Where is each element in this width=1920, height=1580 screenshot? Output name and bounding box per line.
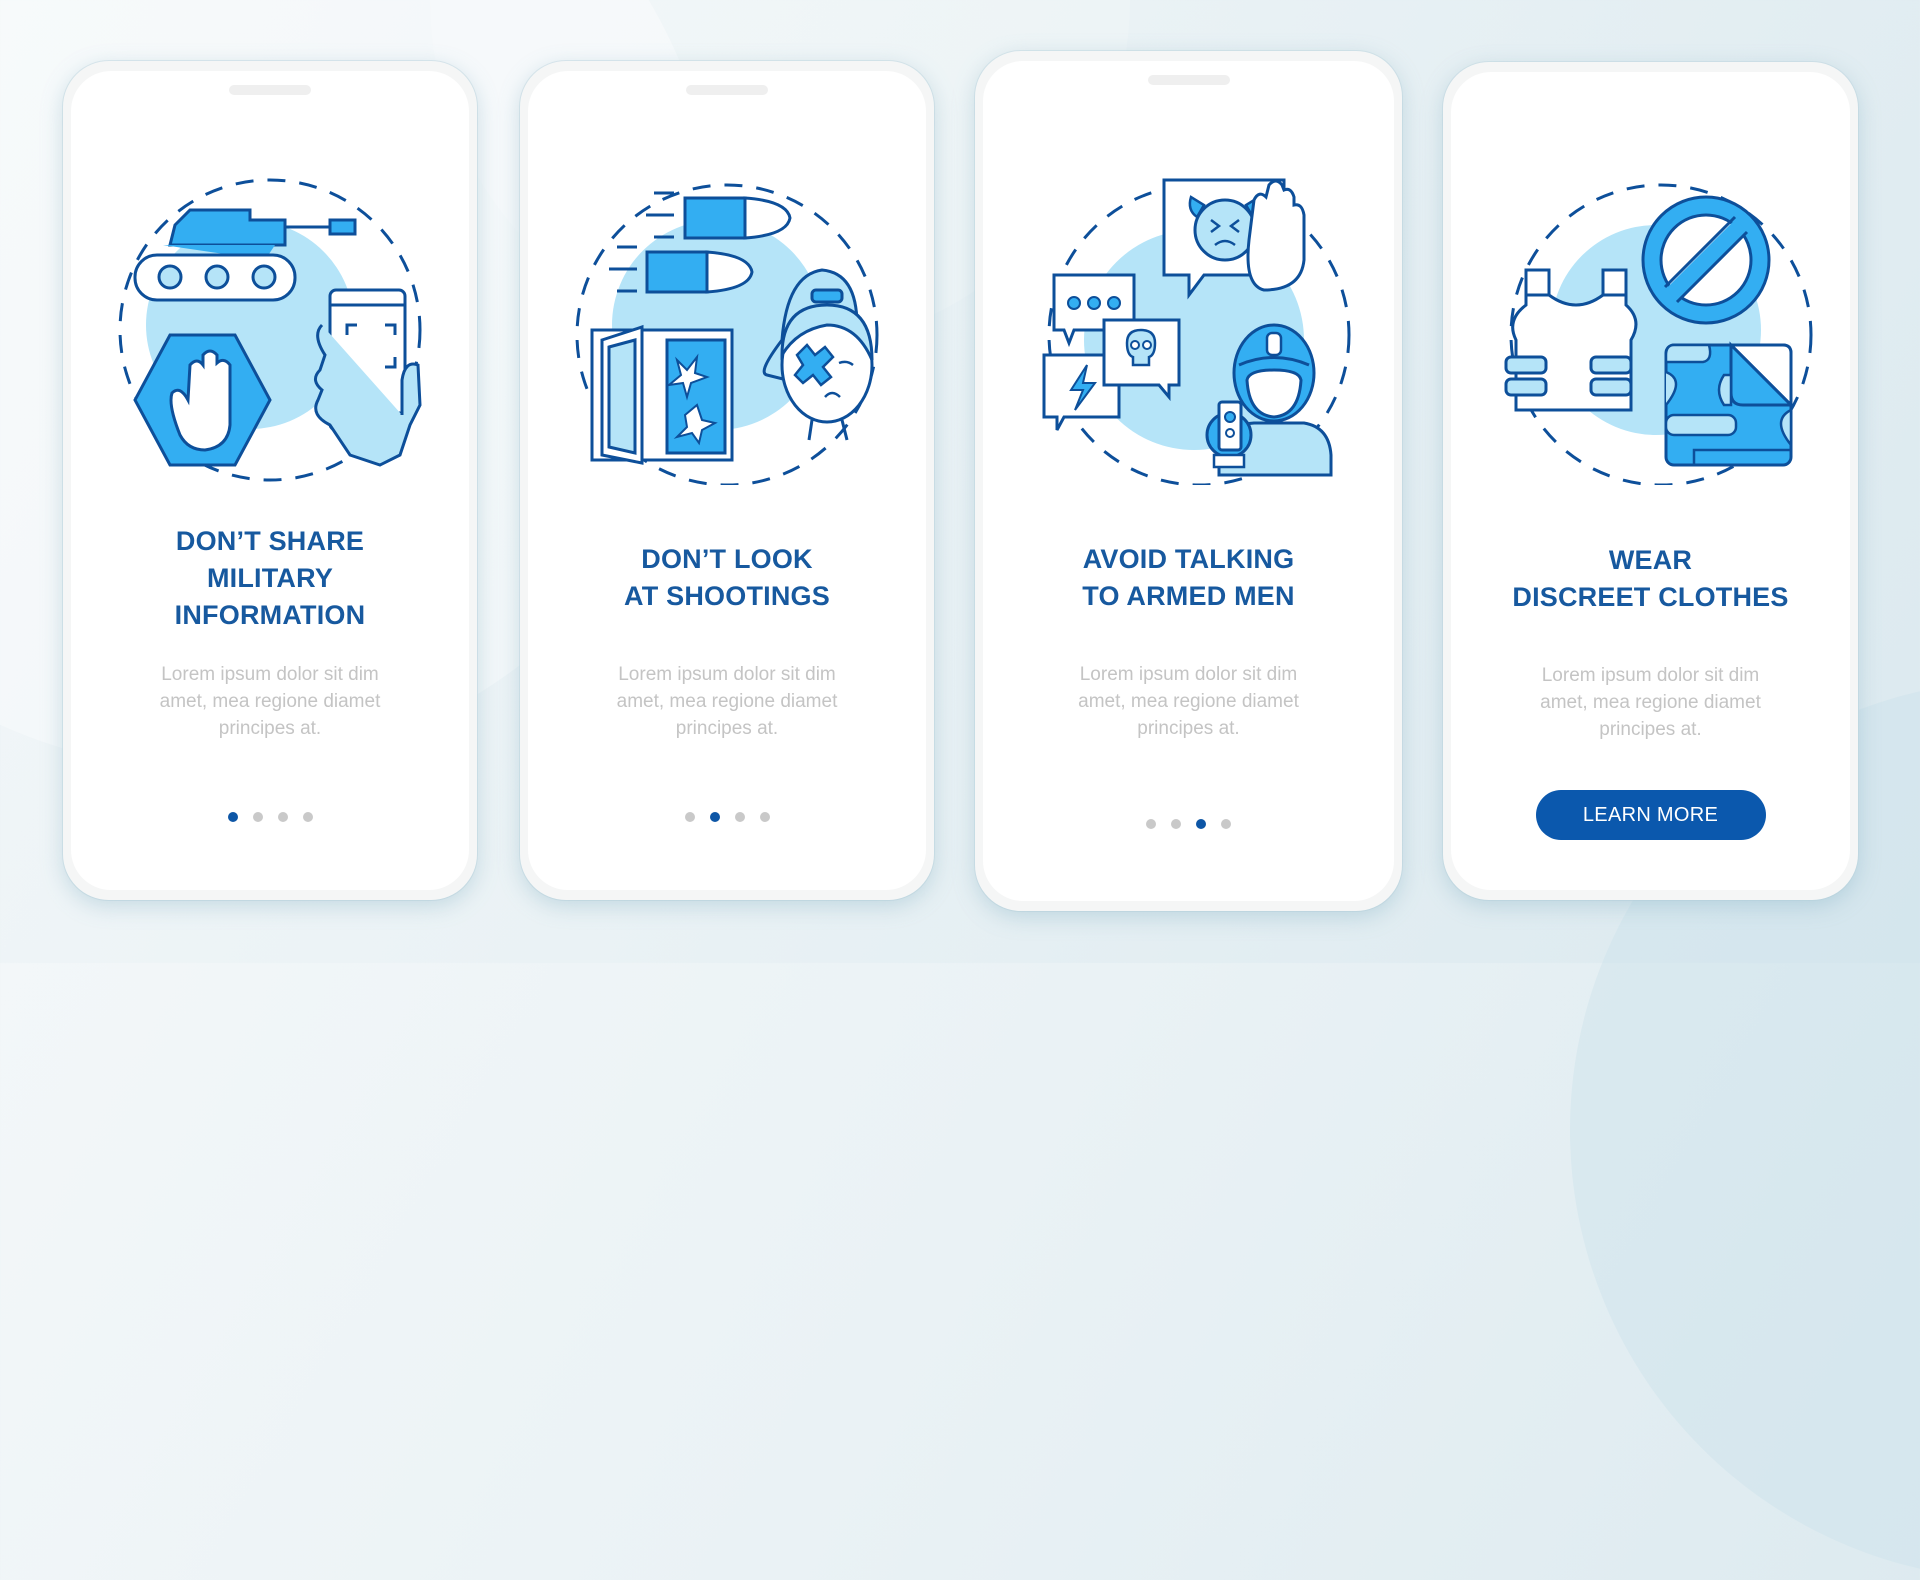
vest-prohibited-camouflage-icon — [1504, 183, 1812, 485]
bullets-window-injured-girl-icon — [575, 183, 879, 485]
onboarding-screen-1: DON’T SHARE MILITARY INFORMATION Lorem i… — [63, 61, 477, 900]
page-dot-2[interactable] — [252, 812, 263, 822]
onboarding-screen-2: DON’T LOOK AT SHOOTINGS Lorem ipsum dolo… — [520, 61, 934, 900]
description-line: amet, mea regione diamet — [616, 691, 838, 712]
page-dot-1-active[interactable] — [227, 812, 238, 822]
screen-description: Lorem ipsum dolor sit dim amet, mea regi… — [983, 661, 1394, 742]
page-dot-4[interactable] — [1221, 819, 1231, 829]
description-line: amet, mea regione diamet — [1078, 691, 1299, 712]
title-line: DON’T SHARE — [175, 526, 365, 556]
page-dot-4[interactable] — [302, 812, 313, 822]
description-line: Lorem ipsum dolor sit dim — [618, 664, 836, 685]
page-dot-3[interactable] — [734, 812, 745, 822]
description-line: Lorem ipsum dolor sit dim — [1541, 665, 1760, 686]
screen-content: WEAR DISCREET CLOTHES Lorem ipsum dolor … — [1451, 72, 1850, 890]
title-line: DISCREET CLOTHES — [1512, 582, 1789, 612]
screen-content: AVOID TALKING TO ARMED MEN Lorem ipsum d… — [983, 61, 1394, 901]
description-line: principes at. — [1137, 718, 1240, 739]
description-line: principes at. — [1599, 719, 1702, 740]
page-indicator — [71, 812, 469, 822]
stop-hand-tank-phone-icon — [118, 178, 422, 482]
screen-description: Lorem ipsum dolor sit dim amet, mea regi… — [528, 661, 926, 742]
speech-bubbles-armed-soldier-icon — [1042, 178, 1350, 485]
screen-title: DON’T LOOK AT SHOOTINGS — [528, 541, 926, 615]
description-line: amet, mea regione diamet — [1540, 692, 1761, 713]
phone-notch — [686, 85, 768, 95]
screen-description: Lorem ipsum dolor sit dim amet, mea regi… — [1451, 662, 1850, 743]
page-dot-2[interactable] — [1171, 819, 1181, 829]
screen-content: DON’T SHARE MILITARY INFORMATION Lorem i… — [71, 71, 469, 890]
title-line: MILITARY — [206, 563, 334, 593]
title-line: AT SHOOTINGS — [624, 581, 830, 611]
onboarding-screen-4: WEAR DISCREET CLOTHES Lorem ipsum dolor … — [1443, 62, 1858, 900]
description-line: Lorem ipsum dolor sit dim — [161, 664, 379, 685]
title-line: INFORMATION — [174, 600, 366, 630]
phone-notch — [1147, 75, 1230, 85]
screen-content: DON’T LOOK AT SHOOTINGS Lorem ipsum dolo… — [528, 71, 926, 890]
learn-more-button[interactable]: LEARN MORE — [1535, 790, 1766, 840]
page-dot-1[interactable] — [1146, 819, 1156, 829]
page-indicator — [528, 812, 926, 822]
title-line: DON’T LOOK — [641, 544, 813, 574]
page-indicator — [983, 819, 1394, 829]
page-dot-3-active[interactable] — [1196, 819, 1206, 829]
page-dot-2-active[interactable] — [709, 812, 720, 822]
screen-title: AVOID TALKING TO ARMED MEN — [983, 541, 1394, 615]
title-line: AVOID TALKING — [1082, 544, 1295, 574]
description-line: Lorem ipsum dolor sit dim — [1079, 664, 1298, 685]
onboarding-screen-3: AVOID TALKING TO ARMED MEN Lorem ipsum d… — [975, 51, 1402, 911]
screen-title: DON’T SHARE MILITARY INFORMATION — [71, 523, 469, 634]
description-line: principes at. — [675, 718, 779, 739]
title-line: WEAR — [1608, 545, 1693, 575]
page-dot-3[interactable] — [277, 812, 288, 822]
description-line: amet, mea regione diamet — [159, 691, 381, 712]
description-line: principes at. — [218, 718, 322, 739]
screen-title: WEAR DISCREET CLOTHES — [1451, 542, 1850, 616]
page-dot-4[interactable] — [759, 812, 770, 822]
page-dot-1[interactable] — [684, 812, 695, 822]
title-line: TO ARMED MEN — [1082, 581, 1295, 611]
phone-notch — [229, 85, 311, 95]
screen-description: Lorem ipsum dolor sit dim amet, mea regi… — [71, 661, 469, 742]
